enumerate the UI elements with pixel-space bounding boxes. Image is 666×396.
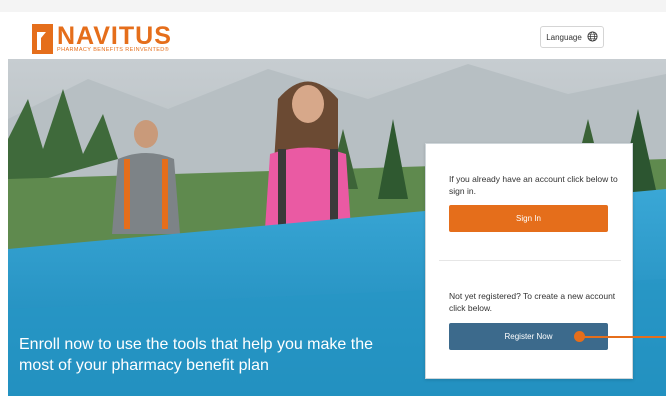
navitus-logo[interactable]: NAVITUS PHARMACY BENEFITS REINVENTED® [32,22,182,54]
register-prompt: Not yet registered? To create a new acco… [449,291,616,313]
hero-headline: Enroll now to use the tools that help yo… [19,336,373,374]
login-card: If you already have an account click bel… [425,143,633,379]
language-button[interactable]: Language [540,26,604,48]
logo-mark-icon [32,24,53,54]
globe-icon [587,30,598,44]
annotation-pointer-dot [574,331,585,342]
language-label: Language [546,32,582,42]
brand-tagline: PHARMACY BENEFITS REINVENTED® [57,47,170,53]
sign-in-button[interactable]: Sign In [449,205,608,232]
card-divider [439,260,621,261]
annotation-pointer-line [582,336,666,338]
signin-prompt: If you already have an account click bel… [449,174,618,196]
site-header: NAVITUS PHARMACY BENEFITS REINVENTED® La… [0,12,666,59]
